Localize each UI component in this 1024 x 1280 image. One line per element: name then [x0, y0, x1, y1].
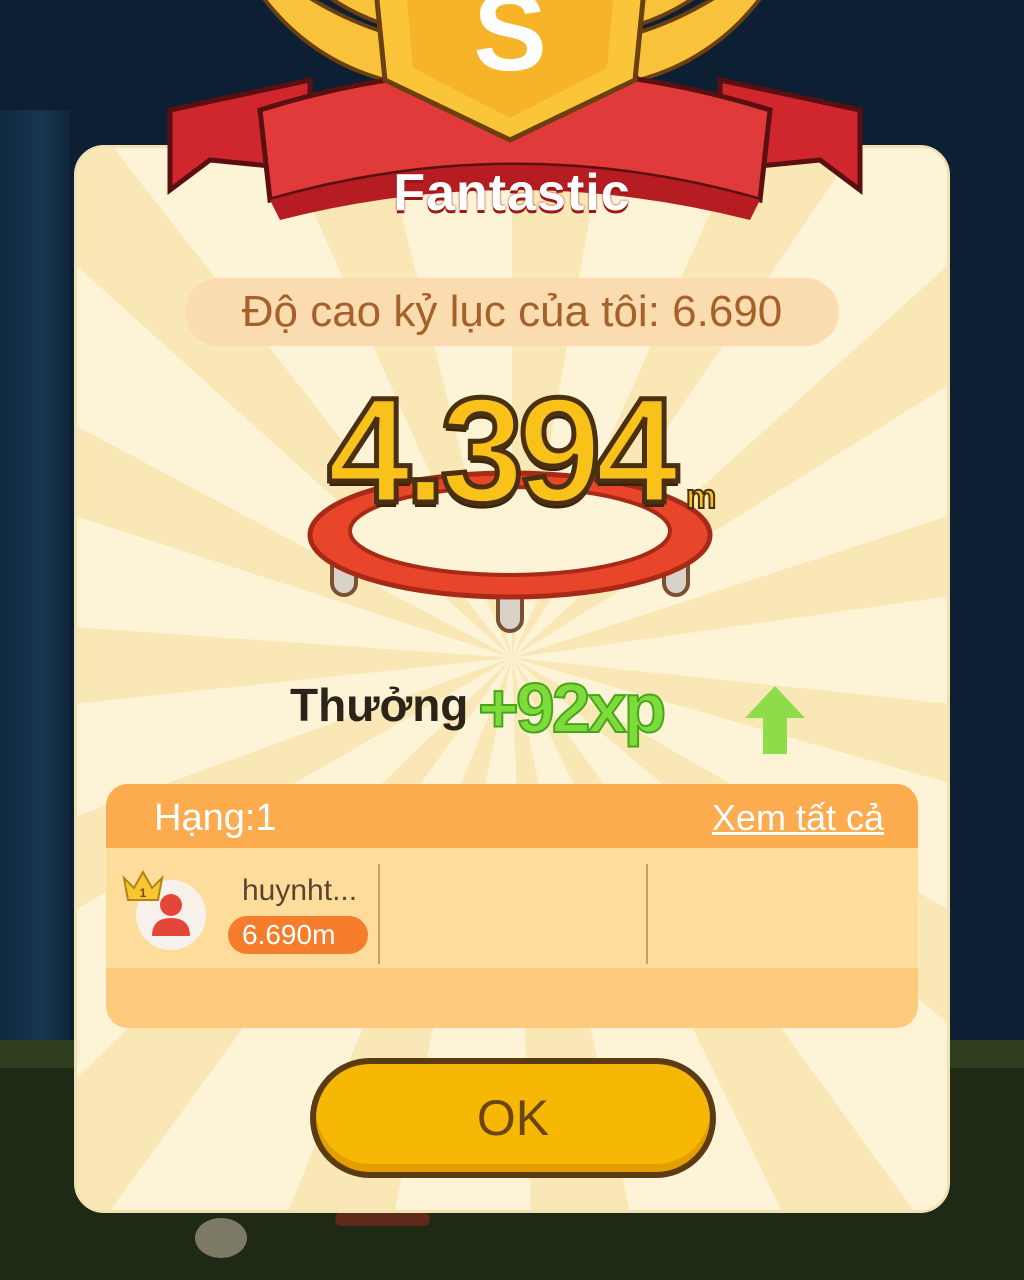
score-unit: m	[685, 477, 717, 517]
background-building	[0, 110, 70, 1040]
leaderboard-panel: Hạng:1 Xem tất cả 1 huynht... 6.690m	[106, 784, 918, 1028]
medal-s-icon: S	[374, 0, 646, 143]
result-title: Fantastic	[393, 164, 631, 222]
leaderboard-row	[106, 848, 918, 968]
ok-button[interactable]: OK	[310, 1058, 716, 1178]
medal-letter: S	[473, 0, 546, 94]
svg-text:1: 1	[140, 886, 147, 900]
record-height-label: Độ cao kỷ lục của tôi: 6.690	[185, 278, 839, 346]
reward-row: Thưởng +92xp	[290, 668, 710, 748]
leaderboard-divider	[646, 864, 648, 964]
reward-label: Thưởng	[290, 679, 469, 731]
reward-xp-value: +92xp	[477, 668, 667, 748]
player-score-badge: 6.690m	[228, 916, 368, 954]
rank-label: Hạng:1	[154, 797, 277, 839]
arrow-up-icon	[745, 686, 805, 754]
leaderboard-divider	[378, 864, 380, 964]
player-name: huynht...	[242, 874, 358, 907]
leaderboard-header: Hạng:1 Xem tất cả	[106, 784, 918, 848]
view-all-link[interactable]: Xem tất cả	[712, 784, 884, 852]
background-trampoline	[335, 1212, 430, 1226]
crown-icon: 1	[122, 869, 164, 901]
background-character	[195, 1218, 247, 1258]
score-value: 4.394	[325, 366, 681, 534]
